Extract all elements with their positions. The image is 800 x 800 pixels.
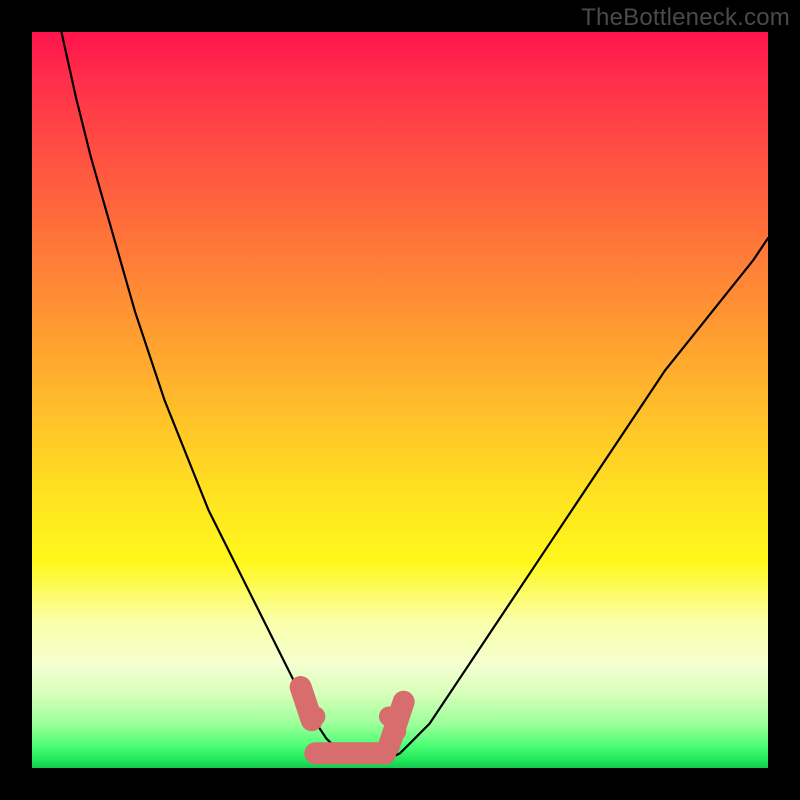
plot-area: [32, 32, 768, 768]
chart-container: TheBottleneck.com: [0, 0, 800, 800]
marker-dot: [394, 692, 414, 712]
right-curve: [393, 238, 768, 757]
marker-dot: [291, 677, 311, 697]
watermark-text: TheBottleneck.com: [581, 4, 790, 32]
marker-dot: [305, 706, 325, 726]
pink-markers: [291, 677, 414, 741]
left-curve: [61, 32, 348, 757]
marker-dot: [386, 721, 406, 741]
curve-layer: [32, 32, 768, 768]
